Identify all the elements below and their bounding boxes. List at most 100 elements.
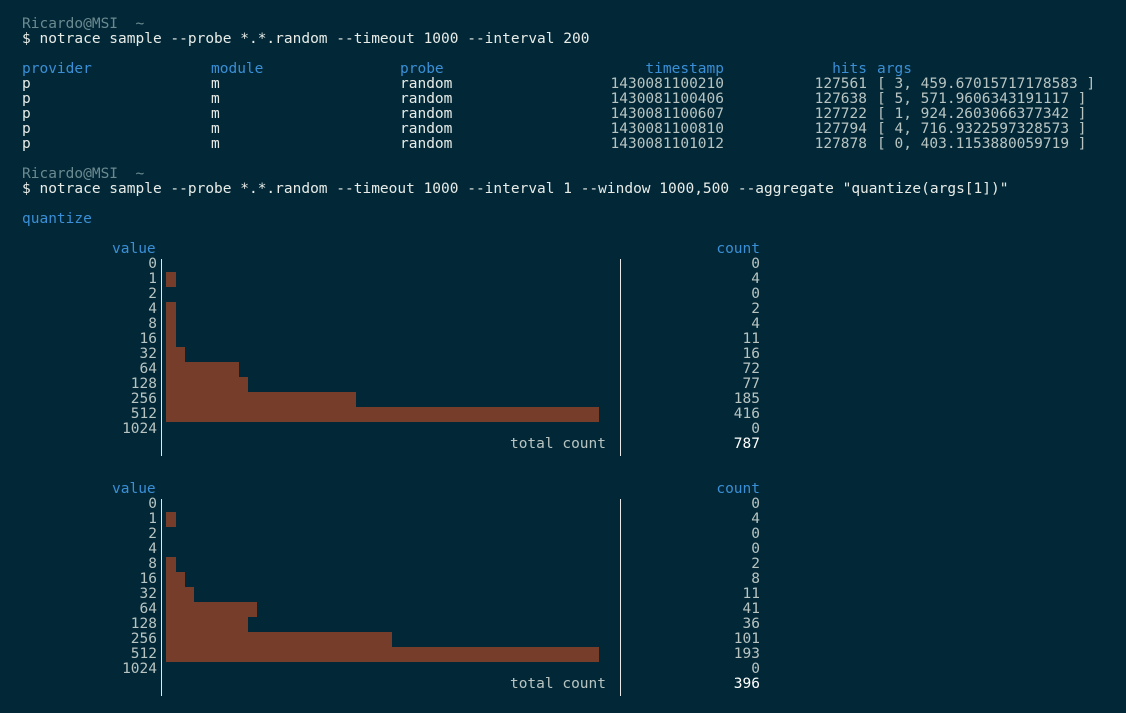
bucket-count: 4 bbox=[751, 511, 760, 527]
cell-module: m bbox=[211, 106, 220, 122]
bucket-count: 0 bbox=[751, 256, 760, 272]
histogram-bar bbox=[166, 362, 239, 377]
bucket-count: 0 bbox=[751, 526, 760, 542]
bucket-count: 101 bbox=[733, 631, 760, 647]
bucket-label: 0 bbox=[148, 496, 157, 512]
cell-module: m bbox=[211, 121, 220, 137]
cell-provider: p bbox=[22, 121, 31, 137]
histogram-bar bbox=[166, 302, 176, 317]
histogram-bar bbox=[166, 602, 257, 617]
value-axis-label: value bbox=[112, 481, 156, 497]
bucket-label: 256 bbox=[130, 631, 157, 647]
bucket-label: 1 bbox=[148, 511, 157, 527]
histogram-bar bbox=[166, 407, 599, 422]
histogram-bar bbox=[166, 377, 248, 392]
cell-args: [ 1, 924.2603066377342 ] bbox=[877, 106, 1087, 122]
bucket-count: 0 bbox=[751, 496, 760, 512]
bucket-label: 2 bbox=[148, 526, 157, 542]
bucket-count: 11 bbox=[742, 331, 760, 347]
bucket-label: 16 bbox=[139, 331, 157, 347]
bucket-label: 128 bbox=[130, 376, 157, 392]
bucket-count: 4 bbox=[751, 316, 760, 332]
cell-timestamp: 1430081100210 bbox=[610, 76, 725, 92]
bucket-count: 4 bbox=[751, 271, 760, 287]
total-count-value: 396 bbox=[733, 676, 760, 692]
bucket-label: 64 bbox=[139, 361, 157, 377]
cell-module: m bbox=[211, 76, 220, 92]
cell-hits: 127638 bbox=[814, 91, 867, 107]
bucket-count: 2 bbox=[751, 301, 760, 317]
histogram-bar bbox=[166, 392, 356, 407]
bucket-count: 2 bbox=[751, 556, 760, 572]
cell-args: [ 3, 459.67015717178583 ] bbox=[877, 76, 1096, 92]
prompt-line-1: Ricardo@MSI ~ bbox=[22, 17, 144, 32]
bucket-label: 2 bbox=[148, 286, 157, 302]
cell-probe: random bbox=[400, 121, 453, 137]
histogram-bar bbox=[166, 647, 599, 662]
histogram-bar bbox=[166, 347, 185, 362]
bucket-label: 0 bbox=[148, 256, 157, 272]
histogram-left-axis bbox=[161, 499, 162, 696]
bucket-count: 41 bbox=[742, 601, 760, 617]
cell-timestamp: 1430081101012 bbox=[610, 136, 725, 152]
total-count-label: total count bbox=[509, 676, 606, 692]
histogram-bar bbox=[166, 557, 176, 572]
prompt-cwd: ~ bbox=[135, 16, 145, 32]
col-header-probe: probe bbox=[400, 61, 444, 77]
cell-provider: p bbox=[22, 76, 31, 92]
bucket-label: 256 bbox=[130, 391, 157, 407]
bucket-label: 1 bbox=[148, 271, 157, 287]
cell-module: m bbox=[211, 91, 220, 107]
col-header-module: module bbox=[211, 61, 264, 77]
bucket-label: 32 bbox=[139, 586, 157, 602]
cell-args: [ 0, 403.1153880059719 ] bbox=[877, 136, 1087, 152]
histogram-bar bbox=[166, 572, 185, 587]
histogram-bar bbox=[166, 587, 194, 602]
bucket-label: 16 bbox=[139, 571, 157, 587]
bucket-label: 4 bbox=[148, 541, 157, 557]
bucket-count: 0 bbox=[751, 286, 760, 302]
histogram-right-axis bbox=[620, 259, 621, 456]
cell-hits: 127794 bbox=[814, 121, 867, 137]
col-header-hits: hits bbox=[832, 61, 867, 77]
cell-hits: 127561 bbox=[814, 76, 867, 92]
cell-args: [ 4, 716.9322597328573 ] bbox=[877, 121, 1087, 137]
bucket-label: 8 bbox=[148, 316, 157, 332]
count-axis-label: count bbox=[716, 481, 760, 497]
total-count-value: 787 bbox=[733, 436, 760, 452]
bucket-count: 72 bbox=[742, 361, 760, 377]
cell-args: [ 5, 571.9606343191117 ] bbox=[877, 91, 1087, 107]
histogram-bar bbox=[166, 632, 392, 647]
cell-provider: p bbox=[22, 91, 31, 107]
col-header-timestamp: timestamp bbox=[645, 61, 724, 77]
bucket-label: 64 bbox=[139, 601, 157, 617]
cell-timestamp: 1430081100406 bbox=[610, 91, 725, 107]
bucket-count: 8 bbox=[751, 571, 760, 587]
cell-module: m bbox=[211, 136, 220, 152]
command-line-1: $ notrace sample --probe *.*.random --ti… bbox=[22, 31, 590, 47]
bucket-label: 1024 bbox=[122, 661, 157, 677]
prompt-user-host: Ricardo@MSI bbox=[22, 16, 119, 32]
histogram-bar bbox=[166, 332, 176, 347]
bucket-count: 416 bbox=[733, 406, 760, 422]
histogram-bar bbox=[166, 512, 176, 527]
cell-timestamp: 1430081100810 bbox=[610, 121, 725, 137]
bucket-count: 16 bbox=[742, 346, 760, 362]
bucket-label: 32 bbox=[139, 346, 157, 362]
bucket-label: 128 bbox=[130, 616, 157, 632]
cell-hits: 127878 bbox=[814, 136, 867, 152]
histogram-bar bbox=[166, 317, 176, 332]
bucket-label: 512 bbox=[130, 406, 157, 422]
bucket-count: 0 bbox=[751, 661, 760, 677]
cell-probe: random bbox=[400, 136, 453, 152]
prompt-line-2: Ricardo@MSI ~ bbox=[22, 167, 144, 182]
total-count-label: total count bbox=[509, 436, 606, 452]
bucket-count: 185 bbox=[733, 391, 760, 407]
count-axis-label: count bbox=[716, 241, 760, 257]
bucket-label: 1024 bbox=[122, 421, 157, 437]
bucket-label: 512 bbox=[130, 646, 157, 662]
bucket-count: 11 bbox=[742, 586, 760, 602]
histogram-bar bbox=[166, 617, 248, 632]
value-axis-label: value bbox=[112, 241, 156, 257]
cell-provider: p bbox=[22, 136, 31, 152]
